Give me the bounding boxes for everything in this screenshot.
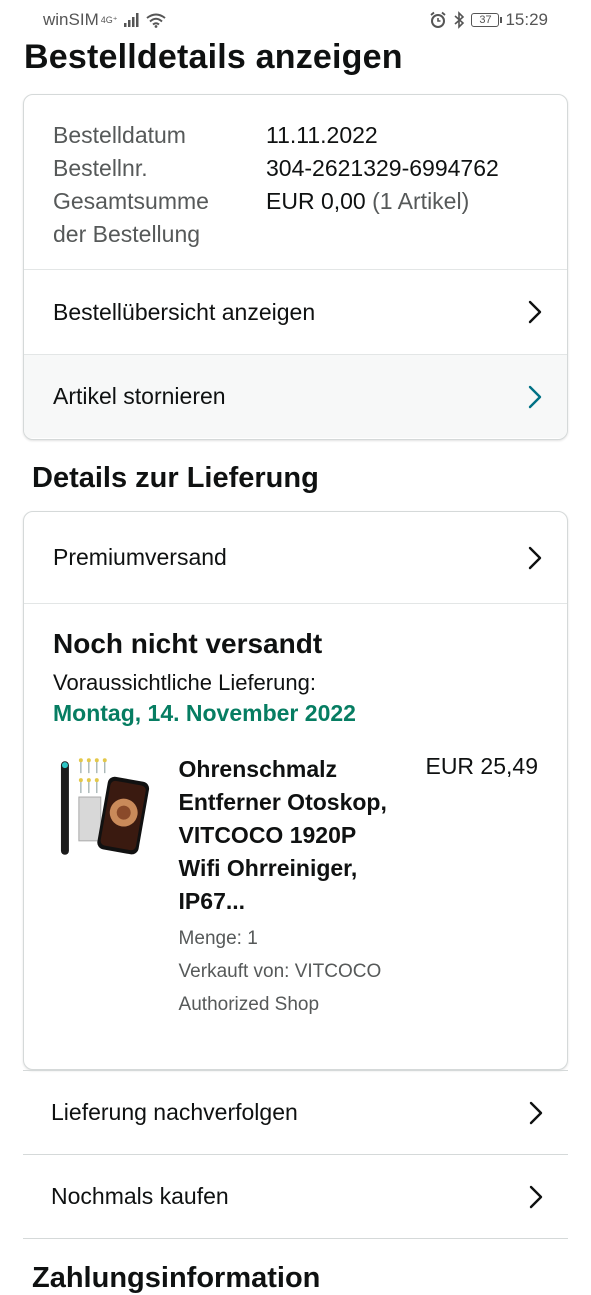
item-title-line: IP67... (178, 888, 246, 914)
divider (23, 1238, 568, 1239)
wifi-icon (145, 13, 166, 28)
order-item: Ohrenschmalz Entferner Otoskop, VITCOCO … (51, 753, 538, 1021)
view-order-summary-label: Bestellübersicht anzeigen (53, 298, 316, 325)
order-info: Bestelldatum 11.11.2022 Bestellnr. 304-2… (24, 95, 567, 270)
bluetooth-icon (454, 11, 465, 29)
order-total-value: EUR 0,00 (1 Artikel) (266, 185, 469, 251)
order-total-label-line1: Gesamtsumme (53, 188, 209, 214)
order-total-row: Gesamtsumme der Bestellung EUR 0,00 (1 A… (53, 185, 538, 251)
status-right: 37 15:29 (429, 10, 548, 30)
shipping-method-link[interactable]: Premiumversand (24, 512, 567, 604)
page-title: Bestelldetails anzeigen (24, 38, 403, 76)
order-number-label: Bestellnr. (53, 155, 148, 181)
order-date-label: Bestelldatum (53, 122, 186, 148)
status-left: winSIM 4G⁺ (43, 10, 166, 30)
shipping-method-label: Premiumversand (53, 544, 227, 570)
item-seller: Verkauft von: VITCOCO Authorized Shop (178, 961, 382, 1015)
clock: 15:29 (505, 10, 548, 29)
item-quantity: Menge: 1 (178, 928, 258, 949)
view-order-summary-link[interactable]: Bestellübersicht anzeigen (24, 270, 567, 354)
chevron-right-icon (528, 300, 542, 324)
order-total-label-line2: der Bestellung (53, 221, 201, 247)
payment-section-title: Zahlungsinformation (32, 1262, 321, 1294)
chevron-right-icon (529, 1101, 543, 1124)
order-item-count: (1 Artikel) (372, 188, 470, 214)
eta-date: Montag, 14. November 2022 (53, 700, 356, 726)
order-date-row: Bestelldatum 11.11.2022 (53, 119, 538, 152)
battery-icon: 37 (471, 13, 503, 27)
shipment-status: Noch nicht versandt (53, 628, 323, 659)
carrier-name: winSIM (43, 10, 99, 29)
cancel-items-label: Artikel stornieren (53, 383, 226, 409)
alarm-icon (430, 11, 447, 28)
product-image[interactable] (51, 753, 155, 857)
chevron-right-icon (528, 385, 542, 408)
item-title-line: VITCOCO 1920P (178, 822, 357, 848)
order-number-row: Bestellnr. 304-2621329-6994762 (53, 152, 538, 185)
item-title-line: Entferner Otoskop, (178, 789, 387, 815)
item-title-line: Wifi Ohrreiniger, (178, 855, 358, 881)
item-details: Ohrenschmalz Entferner Otoskop, VITCOCO … (179, 753, 418, 1021)
chevron-right-icon (528, 546, 542, 569)
order-total-amount: EUR 0,00 (266, 188, 366, 214)
eta-label: Voraussichtliche Lieferung: (53, 670, 316, 695)
battery-level: 37 (479, 14, 492, 26)
buy-again-link[interactable]: Nochmals kaufen (23, 1154, 568, 1238)
track-delivery-label: Lieferung nachverfolgen (51, 1099, 298, 1125)
network-type: 4G⁺ (100, 14, 118, 25)
delivery-card: Premiumversand Noch nicht versandt Vorau… (23, 511, 568, 1070)
order-total-label: Gesamtsumme der Bestellung (53, 185, 266, 251)
order-summary-card: Bestelldatum 11.11.2022 Bestellnr. 304-2… (23, 94, 568, 440)
signal-icon (123, 13, 138, 27)
cancel-items-link[interactable]: Artikel stornieren (24, 354, 567, 438)
delivery-section-title: Details zur Lieferung (32, 462, 319, 494)
buy-again-label: Nochmals kaufen (51, 1183, 229, 1209)
order-number-value: 304-2621329-6994762 (266, 155, 499, 181)
item-title-line: Ohrenschmalz (178, 756, 338, 782)
item-price: EUR 25,49 (425, 753, 538, 779)
item-title[interactable]: Ohrenschmalz Entferner Otoskop, VITCOCO … (179, 753, 418, 918)
track-delivery-link[interactable]: Lieferung nachverfolgen (23, 1070, 568, 1154)
chevron-right-icon (529, 1185, 543, 1208)
order-date-value: 11.11.2022 (266, 122, 378, 148)
shipment-details: Noch nicht versandt Voraussichtliche Lie… (24, 604, 567, 1021)
status-bar: winSIM 4G⁺ 37 15:29 (0, 0, 591, 40)
